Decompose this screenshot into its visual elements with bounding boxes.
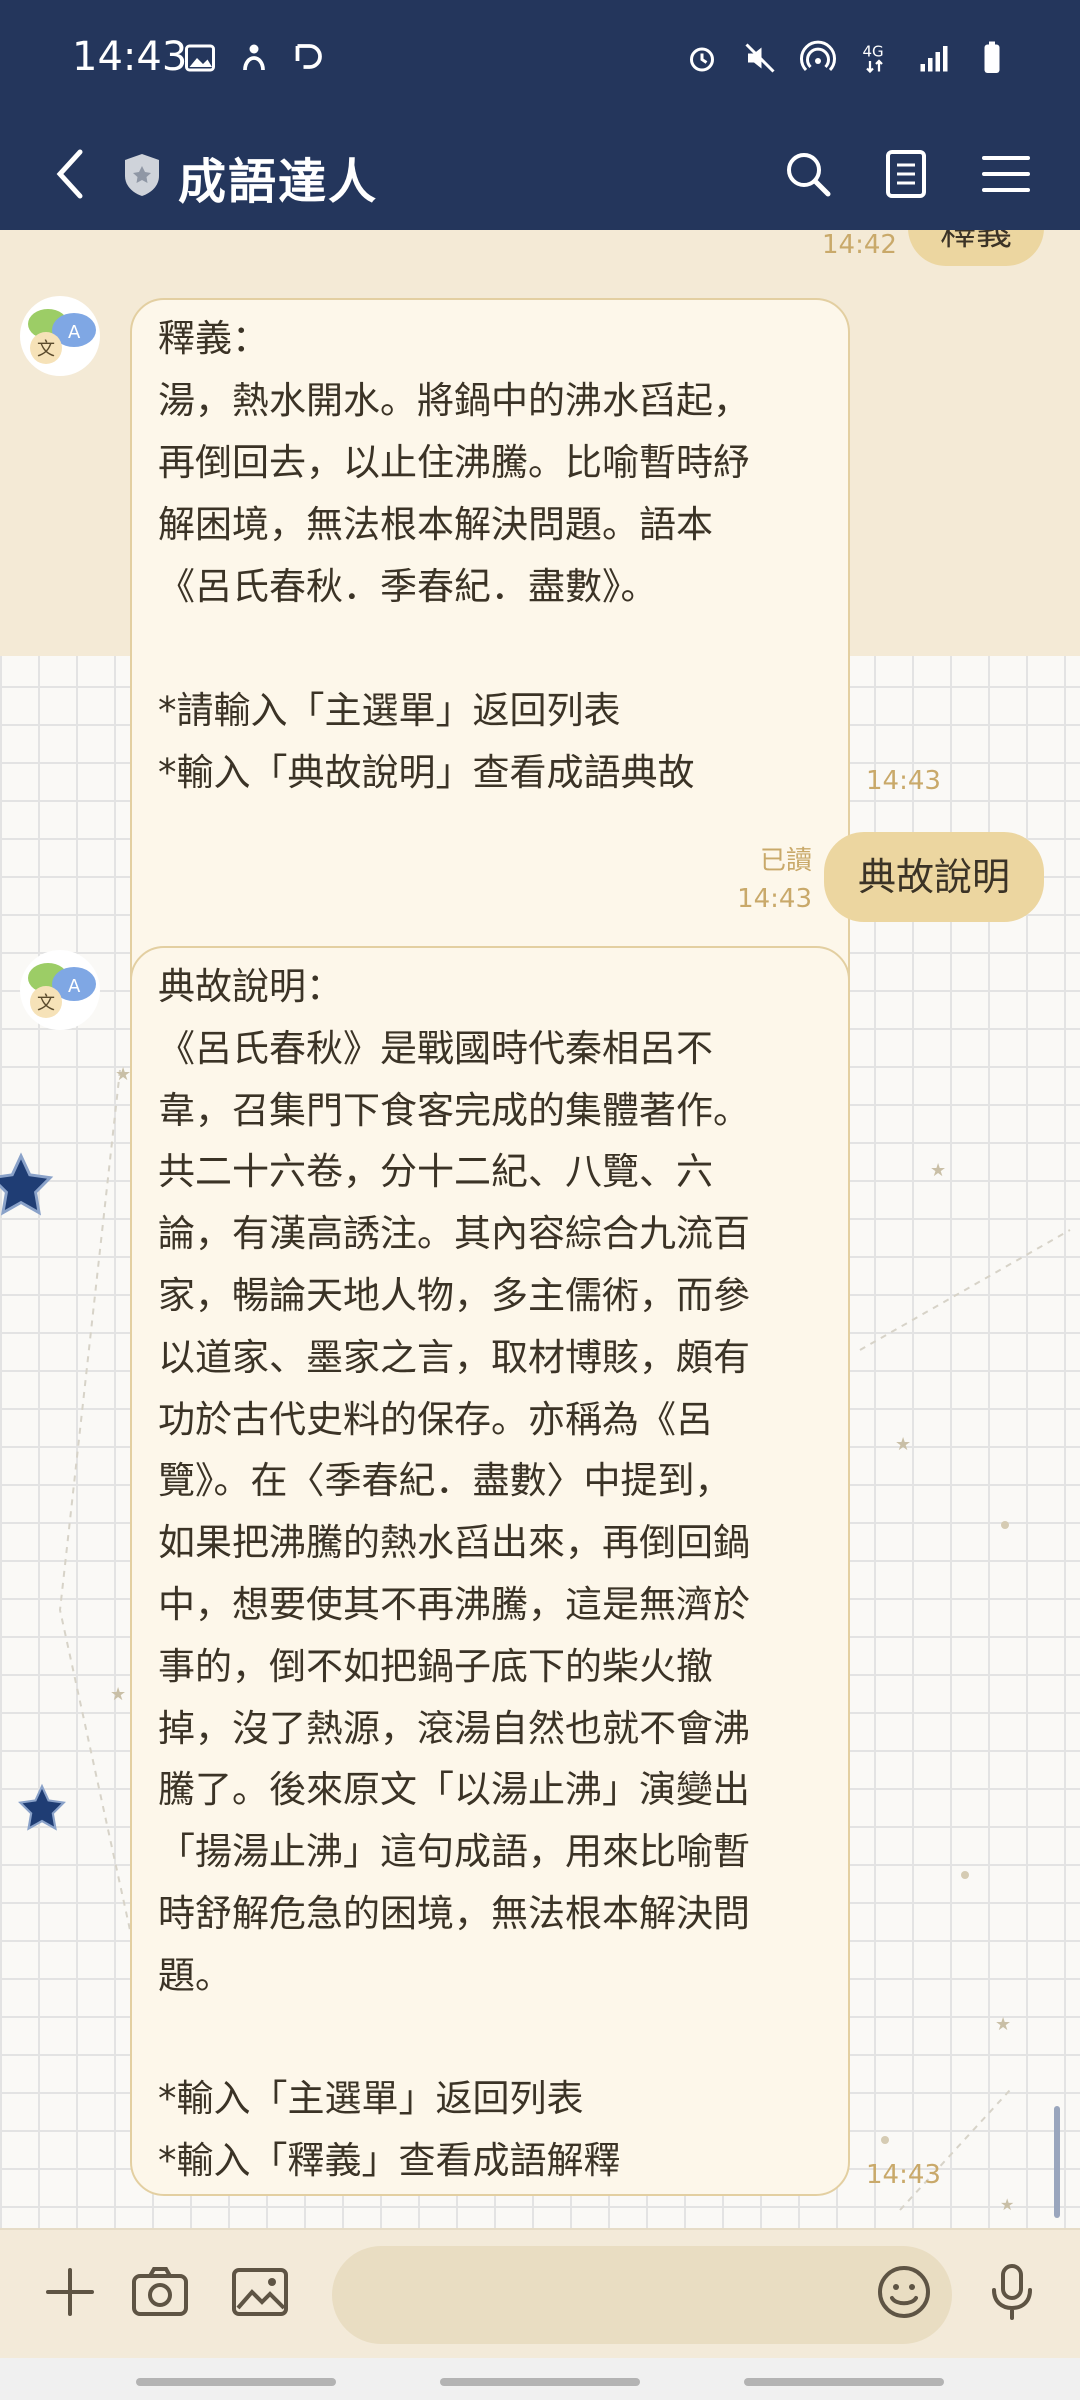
signal-icon <box>920 46 948 72</box>
image-icon <box>185 44 215 72</box>
read-label: 已讀 <box>759 846 812 876</box>
message-input[interactable] <box>332 2246 952 2344</box>
chat-header: 成語達人 <box>0 118 1080 230</box>
svg-text:文: 文 <box>37 993 55 1014</box>
shield-icon <box>125 154 159 196</box>
svg-text:★: ★ <box>930 1160 946 1181</box>
notes-icon[interactable] <box>876 144 936 204</box>
svg-text:★: ★ <box>895 1434 911 1455</box>
status-bar: 14:43 4G <box>0 0 1080 118</box>
bot-message-text: 釋義： 湯，熱水開水。將鍋中的沸水舀起， 再倒回去，以止住沸騰。比喻暫時紓 解困… <box>158 317 750 794</box>
chat-area[interactable]: ★ ★ ★ ★ ★ ★ ★ 釋義 14:42 A 文 釋義： 湯，熱水開水。將鍋… <box>0 230 1080 2228</box>
svg-text:4G: 4G <box>863 43 884 61</box>
svg-text:★: ★ <box>995 2014 1011 2035</box>
message-timestamp: 14:43 <box>737 884 812 914</box>
sync-icon <box>295 44 322 69</box>
nav-home-button[interactable] <box>440 2378 640 2386</box>
menu-icon[interactable] <box>976 144 1036 204</box>
system-navigation-bar <box>0 2358 1080 2400</box>
activity-icon <box>243 44 265 71</box>
bot-avatar-icon[interactable]: A 文 <box>18 948 102 1032</box>
bot-message-text: 典故說明： 《呂氏春秋》是戰國時代秦相呂不 韋，召集門下食客完成的集體著作。 共… <box>158 965 750 2183</box>
svg-text:★: ★ <box>110 1684 126 1705</box>
alarm-icon <box>690 47 714 72</box>
mic-icon[interactable] <box>980 2260 1044 2324</box>
battery-icon <box>984 41 1000 73</box>
nav-back-button[interactable] <box>744 2378 944 2386</box>
hotspot-icon <box>800 40 836 72</box>
svg-text:★: ★ <box>1000 2195 1014 2214</box>
nav-recent-button[interactable] <box>136 2378 336 2386</box>
4g-icon: 4G <box>863 43 884 74</box>
message-timestamp: 14:42 <box>822 230 897 260</box>
user-bubble-previous[interactable]: 釋義 <box>908 230 1044 266</box>
svg-text:A: A <box>68 976 81 997</box>
mute-icon <box>745 43 775 73</box>
status-time: 14:43 <box>72 34 188 80</box>
svg-text:文: 文 <box>37 339 55 360</box>
svg-text:A: A <box>68 322 81 343</box>
camera-icon[interactable] <box>128 2260 192 2324</box>
search-icon[interactable] <box>778 144 838 204</box>
message-input-bar <box>0 2228 1080 2358</box>
plus-icon[interactable] <box>38 2260 102 2324</box>
bot-avatar-icon[interactable]: A 文 <box>18 294 102 378</box>
bot-message-bubble[interactable]: 典故說明： 《呂氏春秋》是戰國時代秦相呂不 韋，召集門下食客完成的集體著作。 共… <box>130 946 850 2196</box>
image-icon[interactable] <box>228 2260 292 2324</box>
bot-message-bubble[interactable]: 釋義： 湯，熱水開水。將鍋中的沸水舀起， 再倒回去，以止住沸騰。比喻暫時紓 解困… <box>130 298 850 1032</box>
read-status: 已讀 14:43 <box>720 842 812 918</box>
chat-title: 成語達人 <box>178 154 379 210</box>
emoji-icon[interactable] <box>872 2260 936 2324</box>
back-icon[interactable] <box>46 140 96 208</box>
message-timestamp: 14:43 <box>866 2160 941 2190</box>
svg-text:★: ★ <box>115 1064 131 1085</box>
user-message-bubble[interactable]: 典故說明 <box>824 832 1044 922</box>
scrollbar[interactable] <box>1054 2106 1060 2218</box>
message-timestamp: 14:43 <box>866 766 941 796</box>
